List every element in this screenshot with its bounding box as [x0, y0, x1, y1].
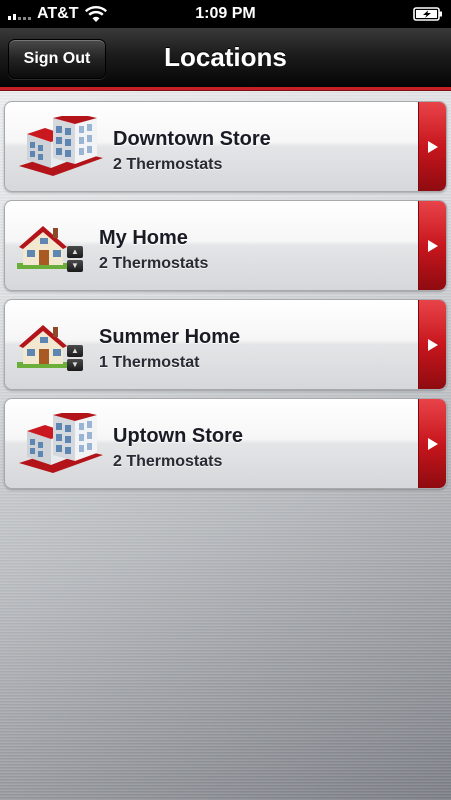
carrier-label: AT&T — [37, 5, 79, 22]
page-title: Locations — [164, 42, 287, 72]
house-icon — [17, 226, 69, 269]
battery-charging-icon — [413, 7, 442, 21]
location-name: Summer Home — [99, 326, 241, 348]
disclosure-arrow-button[interactable] — [418, 399, 446, 488]
location-row-summer-home[interactable]: ▲ ▼ Summer Home 1 Thermostat — [4, 299, 447, 390]
move-up-icon[interactable]: ▲ — [67, 246, 83, 258]
location-list: Downtown Store 2 Thermostats ▲ ▼ My Home… — [4, 101, 447, 497]
status-left: AT&T — [8, 5, 108, 23]
move-down-icon[interactable]: ▼ — [67, 359, 83, 371]
signal-strength-icon — [8, 8, 31, 20]
chevron-right-icon — [427, 239, 438, 252]
disclosure-arrow-button[interactable] — [418, 300, 446, 389]
thermostat-count: 2 Thermostats — [113, 156, 223, 173]
chevron-right-icon — [427, 437, 438, 450]
move-up-icon[interactable]: ▲ — [67, 345, 83, 357]
house-icon — [17, 325, 69, 368]
disclosure-arrow-button[interactable] — [418, 201, 446, 290]
store-building-icon — [19, 116, 103, 176]
location-name: Downtown Store — [113, 128, 271, 150]
reorder-control[interactable]: ▲ ▼ — [67, 345, 85, 371]
move-down-icon[interactable]: ▼ — [67, 260, 83, 272]
status-bar: AT&T 1:09 PM — [0, 0, 451, 28]
thermostat-count: 2 Thermostats — [99, 255, 209, 272]
wifi-icon — [85, 6, 108, 22]
thermostat-count: 2 Thermostats — [113, 453, 223, 470]
navigation-bar: Sign Out Locations — [0, 28, 451, 90]
location-row-my-home[interactable]: ▲ ▼ My Home 2 Thermostats — [4, 200, 447, 291]
reorder-control[interactable]: ▲ ▼ — [67, 246, 85, 272]
chevron-right-icon — [427, 140, 438, 153]
store-building-icon — [19, 413, 103, 473]
location-name: My Home — [99, 227, 188, 249]
disclosure-arrow-button[interactable] — [418, 102, 446, 191]
location-name: Uptown Store — [113, 425, 243, 447]
chevron-right-icon — [427, 338, 438, 351]
location-row-downtown-store[interactable]: Downtown Store 2 Thermostats — [4, 101, 447, 192]
location-row-uptown-store[interactable]: Uptown Store 2 Thermostats — [4, 398, 447, 489]
thermostat-count: 1 Thermostat — [99, 354, 200, 371]
